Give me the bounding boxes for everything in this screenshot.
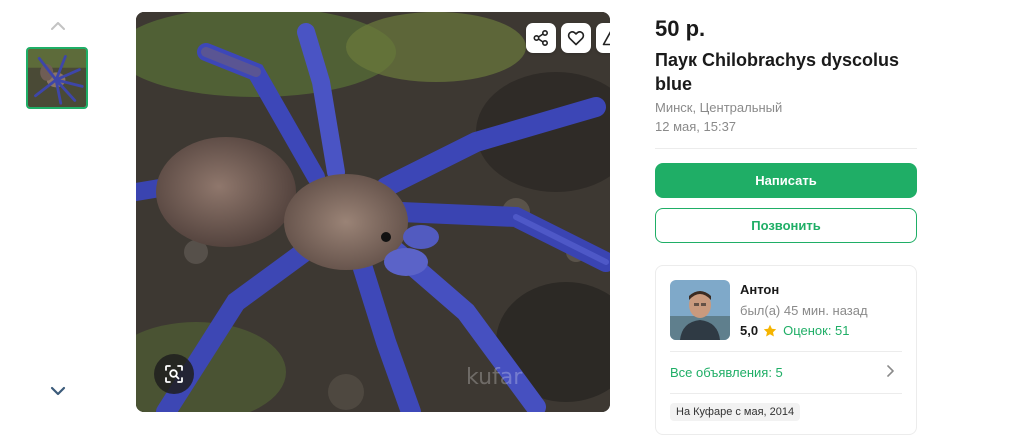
star-icon: [763, 324, 777, 338]
heart-icon: [567, 31, 585, 46]
image-search-button[interactable]: [154, 354, 194, 394]
seller-name[interactable]: Антон: [740, 282, 779, 297]
gallery-prev-button[interactable]: [48, 16, 68, 36]
chevron-up-icon: [51, 22, 65, 30]
image-search-icon: [165, 365, 183, 383]
thumbnail-column: [22, 16, 94, 411]
warning-icon: [602, 31, 610, 46]
write-message-button[interactable]: Написать: [655, 163, 917, 198]
seller-rating: 5,0 Оценок: 51: [740, 323, 850, 338]
reviews-link[interactable]: Оценок: 51: [783, 323, 849, 338]
svg-text:kufar: kufar: [466, 365, 523, 390]
seller-card: Антон был(а) 45 мин. назад 5,0 Оценок: 5…: [655, 265, 917, 435]
divider: [670, 393, 902, 394]
share-button[interactable]: [526, 23, 556, 53]
divider: [655, 148, 917, 149]
report-button[interactable]: [596, 23, 610, 53]
call-button[interactable]: Позвонить: [655, 208, 917, 243]
listing-location: Минск, Центральный: [655, 100, 783, 115]
share-icon: [533, 29, 549, 47]
tarantula-photo: kufar: [136, 12, 610, 412]
gallery-next-button[interactable]: [48, 381, 68, 401]
divider: [670, 351, 902, 352]
listing-price: 50 р.: [655, 16, 706, 41]
all-ads-link[interactable]: Все объявления: 5: [670, 365, 783, 380]
chevron-down-icon: [50, 386, 66, 396]
listing-date: 12 мая, 15:37: [655, 119, 737, 134]
listing-title: Паук Chilobrachys dyscolus blue: [655, 50, 900, 94]
favorite-button[interactable]: [561, 23, 591, 53]
rating-value: 5,0: [740, 323, 759, 338]
avatar[interactable]: [670, 280, 730, 340]
main-photo[interactable]: kufar: [136, 12, 610, 412]
gallery-thumbnail[interactable]: [26, 47, 88, 109]
seller-last-seen: был(а) 45 мин. назад: [740, 303, 868, 318]
member-since-badge: На Куфаре с мая, 2014: [670, 403, 801, 421]
chevron-right-icon[interactable]: [886, 364, 896, 383]
